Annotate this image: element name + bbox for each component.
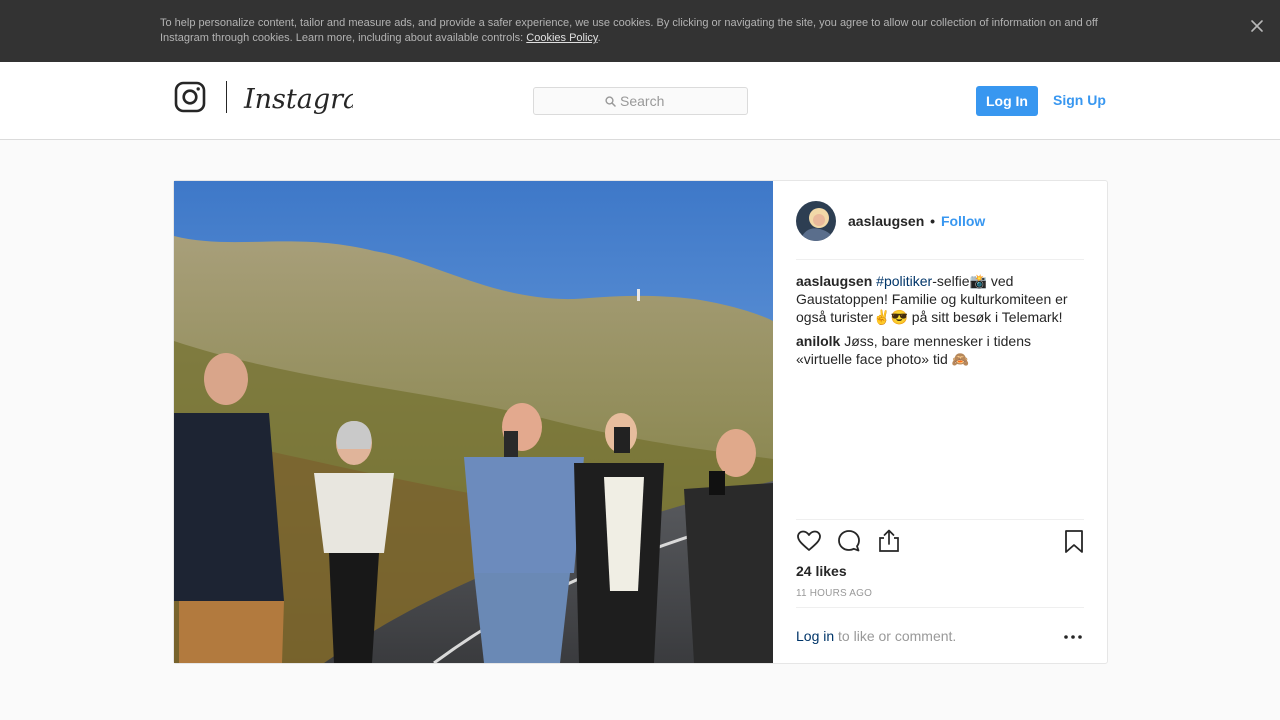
login-prompt-suffix: to like or comment. bbox=[834, 628, 957, 644]
follow-button[interactable]: Follow bbox=[941, 213, 985, 229]
cookie-banner-message: To help personalize content, tailor and … bbox=[160, 17, 1098, 44]
comment-username[interactable]: anilolk bbox=[796, 333, 840, 349]
cookie-banner-period: . bbox=[597, 32, 601, 44]
post-card: aaslaugsen • Follow aaslaugsen #politike… bbox=[173, 180, 1108, 664]
author-avatar[interactable] bbox=[796, 201, 836, 241]
search-box[interactable] bbox=[533, 87, 748, 115]
instagram-glyph-icon[interactable] bbox=[174, 81, 206, 113]
logo-divider bbox=[226, 81, 227, 113]
comment-item: anilolk Jøss, bare mennesker i tidens «v… bbox=[796, 332, 1084, 368]
bookmark-icon[interactable] bbox=[1061, 528, 1087, 554]
sign-up-link[interactable]: Sign Up bbox=[1053, 92, 1106, 108]
caption-username[interactable]: aaslaugsen bbox=[796, 273, 872, 289]
heart-icon[interactable] bbox=[796, 528, 822, 554]
search-icon bbox=[605, 96, 616, 107]
share-icon[interactable] bbox=[876, 528, 902, 554]
login-prompt: Log in to like or comment. bbox=[796, 628, 956, 644]
post-header: aaslaugsen • Follow bbox=[848, 213, 985, 229]
likes-count[interactable]: 24 likes bbox=[796, 563, 847, 579]
more-options-icon[interactable] bbox=[1062, 628, 1084, 646]
close-icon[interactable] bbox=[1248, 17, 1266, 35]
post-timestamp: 11 HOURS AGO bbox=[796, 588, 873, 599]
divider bbox=[796, 259, 1084, 260]
post-photo[interactable] bbox=[174, 181, 773, 663]
log-in-button[interactable]: Log In bbox=[976, 86, 1038, 116]
comment-icon[interactable] bbox=[836, 528, 862, 554]
wordmark-text: Instagram bbox=[243, 84, 353, 115]
top-navigation: Instagram Log In Sign Up bbox=[0, 62, 1280, 140]
cookie-banner: To help personalize content, tailor and … bbox=[0, 0, 1280, 62]
caption: aaslaugsen #politiker-selfie📸 ved Gausta… bbox=[796, 272, 1084, 326]
search-input[interactable] bbox=[620, 93, 740, 109]
divider bbox=[796, 607, 1084, 608]
log-in-link[interactable]: Log in bbox=[796, 628, 834, 644]
post-sidebar: aaslaugsen • Follow aaslaugsen #politike… bbox=[773, 181, 1107, 663]
instagram-wordmark-logo[interactable]: Instagram bbox=[243, 77, 385, 121]
hashtag-link[interactable]: #politiker bbox=[876, 273, 932, 289]
cookies-policy-link[interactable]: Cookies Policy bbox=[526, 32, 597, 44]
cookie-banner-text: To help personalize content, tailor and … bbox=[160, 16, 1120, 46]
header-separator: • bbox=[930, 213, 936, 229]
comment-list: aaslaugsen #politiker-selfie📸 ved Gausta… bbox=[796, 272, 1084, 374]
divider bbox=[796, 519, 1084, 520]
author-username[interactable]: aaslaugsen bbox=[848, 213, 924, 229]
